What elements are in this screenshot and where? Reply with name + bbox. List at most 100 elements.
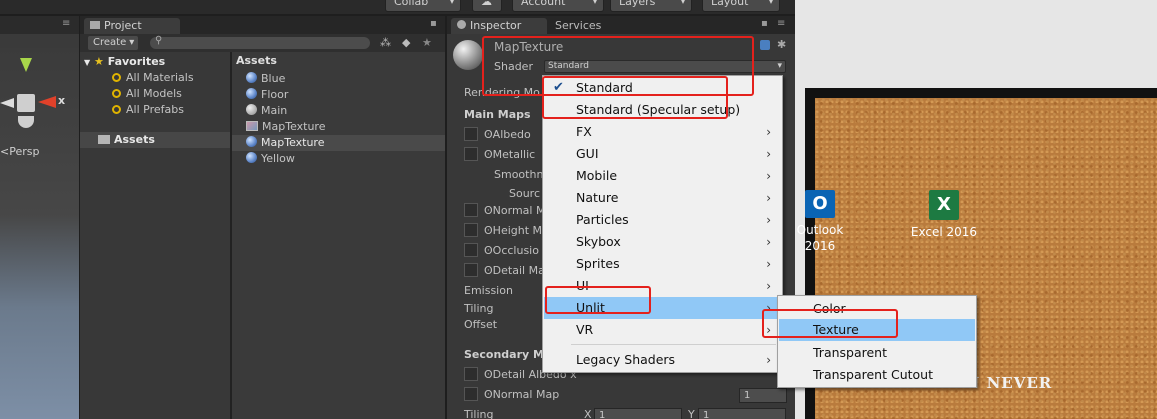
chevron-right-icon: › [766, 147, 771, 161]
shader-menu-item[interactable]: Skybox › [544, 231, 781, 253]
circle-icon: ʘ [484, 148, 493, 161]
gizmo-x-label: x [58, 94, 66, 107]
circle-icon: ʘ [484, 128, 493, 141]
persp-label[interactable]: <Persp [0, 145, 39, 158]
asset-item[interactable]: Floor [246, 87, 288, 103]
material-icon [246, 88, 257, 99]
smoothness-label: Smoothn [494, 168, 544, 181]
favorite-star-icon[interactable]: ★ [422, 36, 432, 49]
gear-icon[interactable]: ✱ [777, 38, 786, 51]
circle-icon: ʘ [484, 368, 493, 381]
help-book-icon[interactable] [760, 40, 770, 50]
shader-menu-item[interactable]: Sprites › [544, 253, 781, 275]
shader-menu-item[interactable]: Mobile › [544, 165, 781, 187]
outlook-shortcut[interactable]: O Outlook 2016 [795, 190, 845, 254]
normal-map2-row[interactable]: ʘNormal Map [464, 387, 559, 403]
emission-label: Emission [464, 284, 513, 297]
texture-slot[interactable] [464, 127, 478, 141]
lock-icon[interactable]: ▪ [430, 18, 437, 29]
occlusion-row[interactable]: ʘOcclusio [464, 243, 539, 259]
project-tabbar: Project ▪ [80, 16, 445, 34]
circle-icon: ʘ [484, 388, 493, 401]
info-icon [457, 20, 466, 29]
texture-slot[interactable] [464, 387, 478, 401]
cloud-button[interactable]: ☁ [472, 0, 502, 12]
metallic-row[interactable]: ʘMetallic [464, 147, 535, 163]
shader-menu-item[interactable]: VR › [544, 319, 781, 341]
shader-menu-item[interactable]: Particles › [544, 209, 781, 231]
scene-view[interactable]: ≡ x <Persp [0, 16, 79, 419]
height-map-row[interactable]: ʘHeight M [464, 223, 542, 239]
unlit-menu-item[interactable]: Transparent Cutout [779, 364, 975, 386]
panel-menu-icon[interactable]: ≡ [777, 18, 785, 29]
collab-button[interactable]: Collab ▾ [385, 0, 461, 12]
tiling-x-label: X [584, 408, 592, 419]
tab-inspector[interactable]: Inspector [451, 18, 547, 34]
filter-label-icon[interactable]: ◆ [402, 36, 410, 49]
normal-scale-field[interactable]: 1 [739, 388, 787, 403]
project-tree: ▼ ★ Favorites All Materials All Models A… [80, 52, 230, 419]
texture-slot[interactable] [464, 263, 478, 277]
excel-shortcut[interactable]: X Excel 2016 [909, 190, 979, 240]
inspector-tabbar: Inspector Services ▪ ≡ [447, 16, 795, 34]
favorite-item[interactable]: All Models [112, 86, 182, 102]
account-label: Account [521, 0, 566, 8]
layers-label: Layers [619, 0, 656, 8]
annotation-box-unlit [545, 286, 651, 314]
tiling-x-field[interactable]: 1 [594, 408, 682, 419]
account-button[interactable]: Account ▾ [512, 0, 604, 12]
shader-menu-item[interactable]: FX › [544, 121, 781, 143]
unlit-menu-item[interactable]: Transparent [779, 342, 975, 364]
project-search-input[interactable]: ⚲ [150, 35, 370, 49]
asset-item[interactable]: Main [246, 103, 287, 119]
asset-item[interactable]: Yellow [246, 151, 295, 167]
assets-header: Assets [236, 54, 277, 67]
gizmo-cube-icon[interactable] [17, 94, 35, 112]
search-filter-icon [112, 73, 121, 82]
favorites-header[interactable]: ▼ ★ Favorites [84, 54, 165, 70]
shader-menu-item[interactable]: GUI › [544, 143, 781, 165]
tab-project[interactable]: Project [84, 18, 180, 34]
filter-type-icon[interactable]: ⁂ [380, 36, 391, 49]
excel-label: Excel 2016 [910, 225, 978, 239]
material-preview-sphere [453, 40, 483, 70]
search-icon: ⚲ [155, 35, 163, 46]
asset-item[interactable]: Blue [246, 71, 285, 87]
main-maps-header: Main Maps [464, 108, 531, 121]
project-panel: Project ▪ Create ▾ ⚲ ⁂ ◆ ★ ▼ ★ Favorites … [80, 16, 445, 419]
outlook-icon: O [805, 190, 835, 218]
project-tab-icon [90, 21, 100, 29]
asset-item[interactable]: MapTexture [246, 119, 325, 135]
tiling-y-field[interactable]: 1 [698, 408, 786, 419]
favorite-item[interactable]: All Materials [112, 70, 194, 86]
texture-slot[interactable] [464, 243, 478, 257]
asset-item-selected[interactable]: MapTexture [232, 135, 445, 151]
outlook-label: Outlook 2016 [796, 223, 844, 253]
chevron-down-icon: ▼ [84, 58, 91, 67]
material-icon [246, 152, 257, 163]
search-filter-icon [112, 105, 121, 114]
create-button[interactable]: Create ▾ [88, 36, 138, 50]
texture-slot[interactable] [464, 147, 478, 161]
texture-slot[interactable] [464, 203, 478, 217]
favorite-item[interactable]: All Prefabs [112, 102, 184, 118]
lock-icon[interactable]: ▪ [761, 18, 768, 29]
texture-slot[interactable] [464, 223, 478, 237]
texture-icon [246, 121, 258, 131]
layers-button[interactable]: Layers ▾ [610, 0, 692, 12]
detail-mask-row[interactable]: ʘDetail Ma [464, 263, 545, 279]
albedo-row[interactable]: ʘAlbedo [464, 127, 531, 143]
panel-menu-icon[interactable]: ≡ [62, 18, 70, 29]
scene-header: ≡ [0, 16, 79, 34]
normal-map-row[interactable]: ʘNormal M [464, 203, 545, 219]
tab-services[interactable]: Services [555, 19, 601, 32]
collab-label: Collab [394, 0, 429, 8]
assets-folder-row[interactable]: Assets [80, 132, 230, 148]
shader-menu: ✔ Standard Standard (Specular setup) FX › … [542, 75, 783, 373]
shader-menu-item[interactable]: Legacy Shaders › [544, 349, 781, 371]
texture-slot[interactable] [464, 367, 478, 381]
circle-icon: ʘ [484, 224, 493, 237]
shader-menu-item[interactable]: Nature › [544, 187, 781, 209]
layout-button[interactable]: Layout ▾ [702, 0, 780, 12]
folder-icon [98, 135, 110, 144]
